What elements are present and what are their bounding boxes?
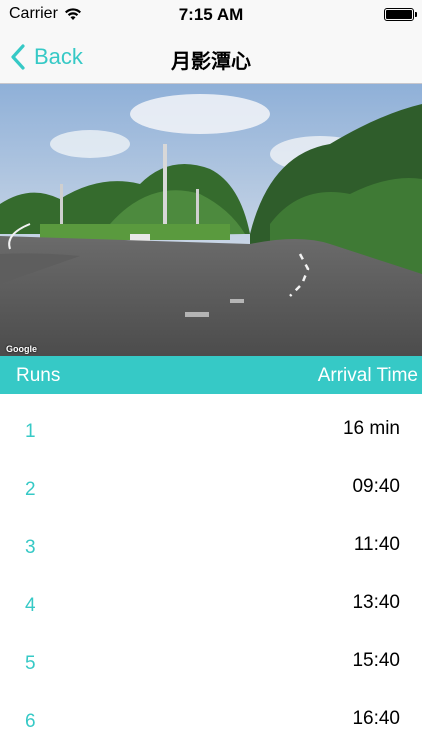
street-view-photo: Google (0, 84, 422, 356)
navigation-bar: Back 月影潭心 (0, 32, 422, 84)
list-item[interactable]: 6 16:40 (0, 684, 422, 742)
arrival-time: 13:40 (352, 592, 400, 613)
page-title: 月影潭心 (171, 49, 251, 73)
run-number: 5 (25, 653, 36, 674)
battery-icon (384, 8, 417, 21)
arrival-time: 09:40 (352, 476, 400, 497)
list-item[interactable]: 4 13:40 (0, 568, 422, 626)
arrival-time: 16 min (342, 418, 400, 439)
run-number: 6 (25, 711, 36, 732)
run-number: 3 (25, 537, 36, 558)
status-bar: Carrier 7:15 AM (0, 0, 422, 32)
list-item[interactable]: 3 11:40 (0, 510, 422, 568)
arrival-time: 15:40 (352, 650, 400, 671)
arrival-time-column-header: Arrival Time (317, 365, 418, 386)
run-number: 4 (25, 595, 36, 616)
battery-fill (386, 10, 412, 19)
photo-watermark: Google (6, 344, 37, 354)
arrival-time: 16:40 (352, 708, 400, 729)
runs-column-header: Runs (16, 365, 61, 386)
list-item[interactable]: 5 15:40 (0, 626, 422, 684)
list-item[interactable]: 1 16 min (0, 394, 422, 452)
list-item[interactable]: 2 09:40 (0, 452, 422, 510)
schedule-list: 1 16 min 2 09:40 3 11:40 4 13:40 5 15:40… (0, 394, 422, 742)
run-number: 1 (25, 421, 36, 442)
arrival-time: 11:40 (353, 534, 400, 555)
street-view-image (0, 84, 422, 356)
schedule-header: Runs Arrival Time (0, 356, 422, 394)
status-time: 7:15 AM (178, 5, 244, 24)
run-number: 2 (25, 479, 36, 500)
